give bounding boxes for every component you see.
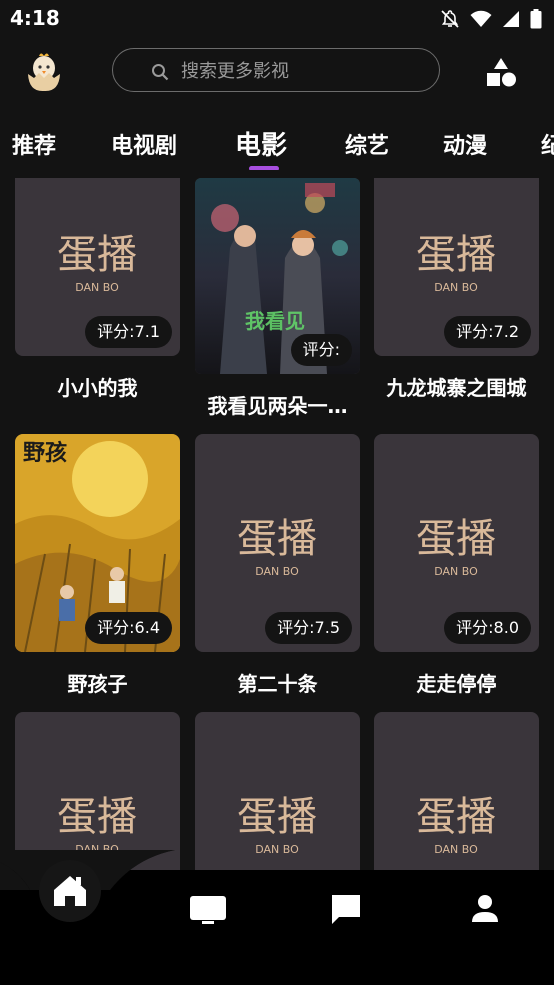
wifi-icon bbox=[470, 10, 492, 27]
status-time: 4:18 bbox=[10, 6, 60, 30]
rating-badge: 评分:6.4 bbox=[85, 612, 172, 644]
svg-text:蛋播: 蛋播 bbox=[416, 794, 496, 840]
rating-badge: 评分: bbox=[290, 334, 352, 366]
movie-poster[interactable]: 我看见 评分: bbox=[195, 178, 360, 374]
person-icon[interactable] bbox=[470, 893, 500, 923]
rating-badge: 评分:7.2 bbox=[444, 316, 531, 348]
movie-card[interactable]: 蛋播 DAN BO 评分:7.2 九龙城寨之围城 bbox=[374, 178, 539, 401]
movie-title: 小小的我 bbox=[57, 376, 138, 400]
movie-card[interactable]: 蛋播 DAN BO 评分:7.1 小小的我 bbox=[15, 178, 180, 401]
search-placeholder: 搜索更多影视 bbox=[181, 61, 289, 82]
svg-text:野孩: 野孩 bbox=[23, 440, 67, 466]
tab-anime[interactable]: 动漫 bbox=[443, 128, 487, 160]
status-icons bbox=[440, 9, 542, 29]
movie-poster[interactable]: 野孩 评分:6.4 bbox=[15, 434, 180, 652]
status-bar: 4:18 bbox=[0, 0, 554, 38]
rating-badge: 评分:7.1 bbox=[85, 316, 172, 348]
svg-text:DAN BO: DAN BO bbox=[434, 565, 478, 578]
movie-card[interactable]: 蛋播 DAN BO bbox=[15, 712, 180, 870]
movie-poster[interactable]: 蛋播 DAN BO bbox=[374, 712, 539, 870]
movie-poster[interactable]: 蛋播 DAN BO 评分:7.5 bbox=[195, 434, 360, 652]
notifications-off-icon bbox=[441, 10, 459, 28]
rating-badge: 评分:8.0 bbox=[444, 612, 531, 644]
movie-card[interactable]: 我看见 评分: 我看见两朵一… bbox=[195, 178, 360, 419]
home-nav-button[interactable] bbox=[39, 860, 101, 922]
svg-text:蛋播: 蛋播 bbox=[237, 794, 317, 840]
movie-title: 我看见两朵一… bbox=[207, 394, 348, 418]
movie-card[interactable]: 蛋播 DAN BO 评分:8.0 走走停停 bbox=[374, 434, 539, 697]
tab-recommended[interactable]: 推荐 bbox=[12, 128, 56, 160]
movie-poster[interactable]: 蛋播 DAN BO bbox=[195, 712, 360, 870]
tab-variety[interactable]: 综艺 bbox=[345, 128, 389, 160]
danbo-placeholder-logo: 蛋播 DAN BO bbox=[416, 794, 496, 856]
chick-in-egg-icon[interactable] bbox=[25, 48, 63, 92]
svg-text:我看见: 我看见 bbox=[245, 309, 305, 333]
tab-movies[interactable]: 电影 bbox=[235, 125, 287, 162]
shapes-category-icon[interactable] bbox=[484, 56, 518, 88]
home-icon bbox=[54, 876, 86, 906]
movie-poster[interactable]: 蛋播 DAN BO bbox=[15, 712, 180, 870]
movie-card[interactable]: 蛋播 DAN BO bbox=[195, 712, 360, 870]
svg-text:蛋播: 蛋播 bbox=[57, 794, 137, 840]
tab-tv-series[interactable]: 电视剧 bbox=[111, 128, 177, 160]
movie-card[interactable]: 野孩 评分:6.4 野孩子 bbox=[15, 434, 180, 697]
signal-icon bbox=[503, 11, 519, 27]
movie-title: 野孩子 bbox=[67, 672, 128, 696]
rating-badge: 评分:7.5 bbox=[265, 612, 352, 644]
tv-icon[interactable] bbox=[188, 894, 228, 926]
battery-icon bbox=[530, 9, 542, 29]
svg-text:蛋播: 蛋播 bbox=[416, 232, 496, 278]
danbo-placeholder-logo: 蛋播 DAN BO bbox=[237, 794, 317, 856]
active-tab-indicator bbox=[249, 166, 279, 170]
movie-title: 走走停停 bbox=[416, 672, 497, 696]
svg-text:蛋播: 蛋播 bbox=[416, 516, 496, 562]
movie-title: 九龙城寨之围城 bbox=[386, 376, 527, 400]
movie-grid: 蛋播 DAN BO 评分:7.1 小小的我 我看见 评分: 我看见两朵一… 蛋播… bbox=[0, 178, 554, 870]
svg-text:蛋播: 蛋播 bbox=[57, 232, 137, 278]
message-icon[interactable] bbox=[329, 892, 363, 926]
search-icon bbox=[152, 64, 169, 81]
svg-text:蛋播: 蛋播 bbox=[237, 516, 317, 562]
movie-title: 第二十条 bbox=[237, 672, 318, 696]
movie-poster[interactable]: 蛋播 DAN BO 评分:7.1 bbox=[15, 178, 180, 356]
search-bar[interactable]: 搜索更多影视 bbox=[112, 48, 440, 92]
tab-documentary[interactable]: 纪 bbox=[541, 128, 554, 160]
movie-card[interactable]: 蛋播 DAN BO 评分:7.5 第二十条 bbox=[195, 434, 360, 697]
movie-poster[interactable]: 蛋播 DAN BO 评分:7.2 bbox=[374, 178, 539, 356]
svg-text:DAN BO: DAN BO bbox=[255, 565, 299, 578]
movie-poster[interactable]: 蛋播 DAN BO 评分:8.0 bbox=[374, 434, 539, 652]
danbo-placeholder-logo: 蛋播 DAN BO bbox=[57, 794, 137, 856]
category-tabs: 推荐 电视剧 电影 综艺 动漫 纪 bbox=[0, 122, 554, 170]
svg-text:DAN BO: DAN BO bbox=[75, 281, 119, 294]
movie-card[interactable]: 蛋播 DAN BO bbox=[374, 712, 539, 870]
svg-text:DAN BO: DAN BO bbox=[434, 281, 478, 294]
